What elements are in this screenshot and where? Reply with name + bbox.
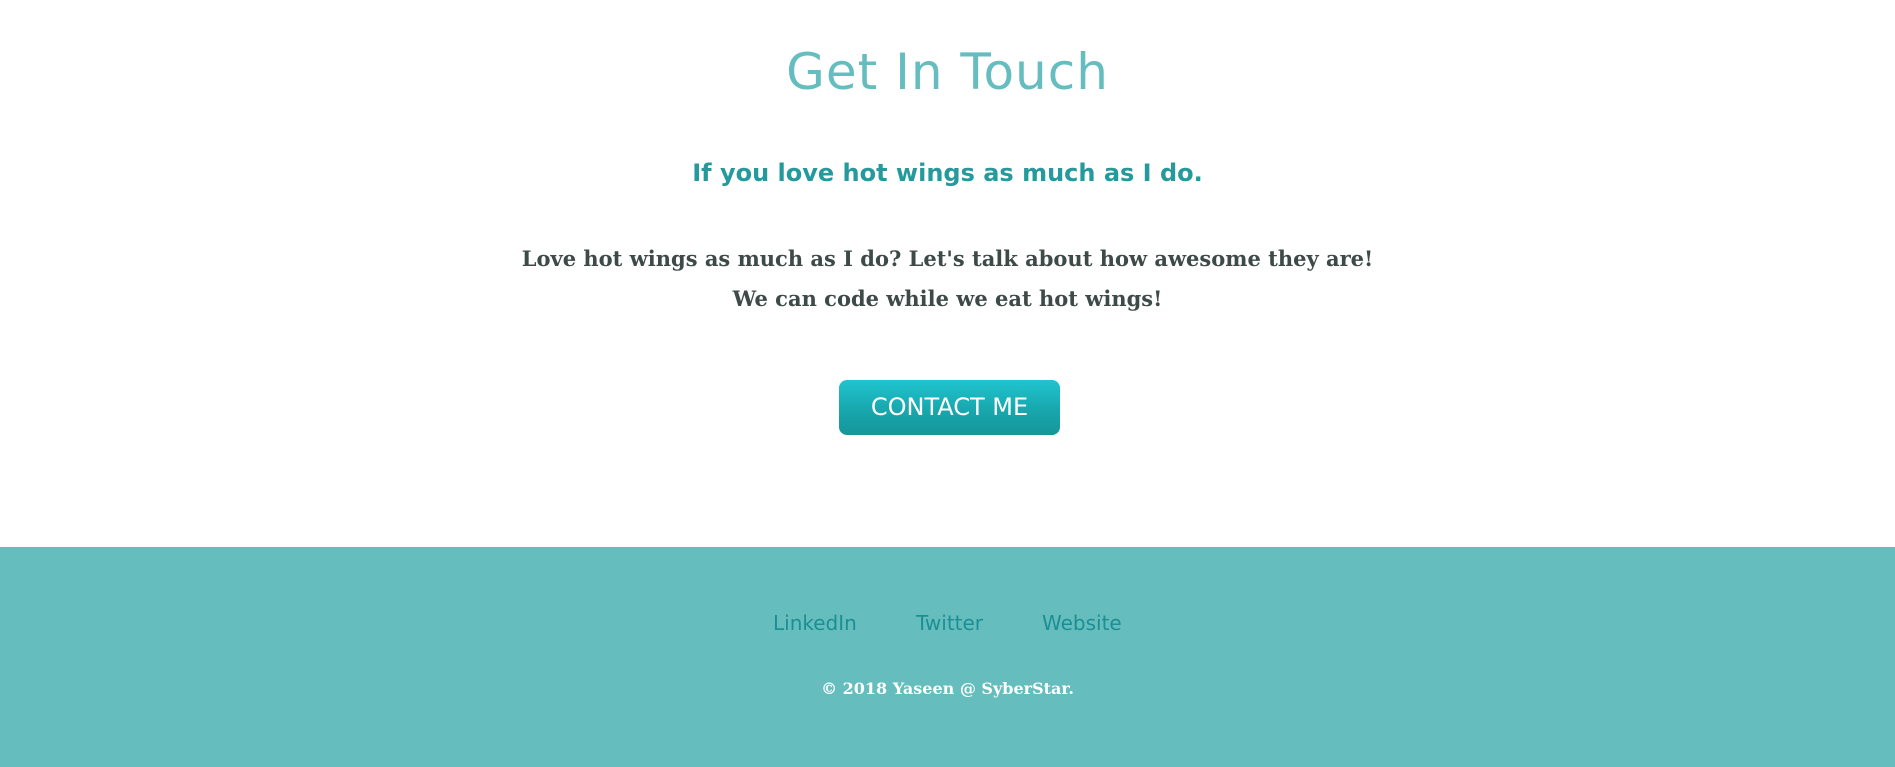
contact-section: Get In Touch If you love hot wings as mu… [0, 0, 1895, 547]
description-line-1: Love hot wings as much as I do? Let's ta… [521, 246, 1374, 271]
contact-me-button[interactable]: CONTACT ME [839, 380, 1060, 435]
website-link[interactable]: Website [1042, 610, 1122, 636]
section-subtitle: If you love hot wings as much as I do. [692, 159, 1203, 187]
page: Get In Touch If you love hot wings as mu… [0, 0, 1895, 767]
footer [0, 547, 1895, 767]
description-line-2: We can code while we eat hot wings! [732, 286, 1163, 311]
twitter-link[interactable]: Twitter [916, 610, 983, 636]
linkedin-link[interactable]: LinkedIn [773, 610, 857, 636]
copyright-text: © 2018 Yaseen @ SyberStar. [821, 679, 1074, 698]
section-title: Get In Touch [786, 43, 1109, 101]
section-description: Love hot wings as much as I do? Let's ta… [0, 239, 1895, 319]
footer-links: LinkedIn Twitter Website [0, 610, 1895, 640]
